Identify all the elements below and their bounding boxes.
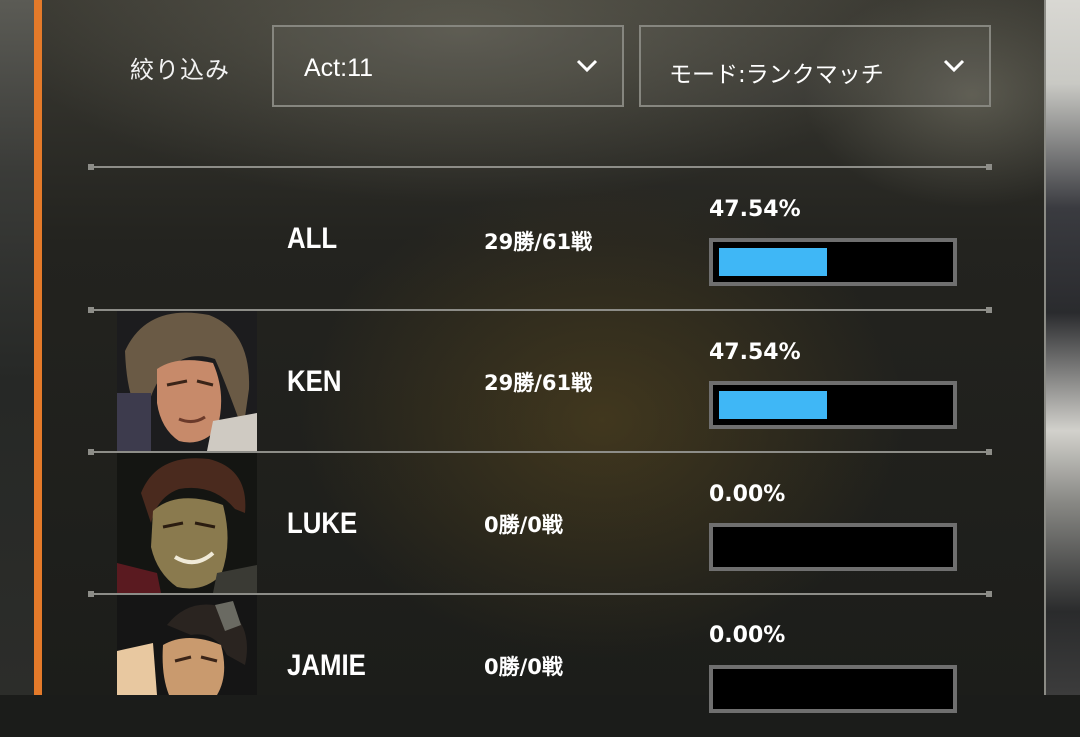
act-select-value: Act:11: [304, 54, 374, 82]
character-name: LUKE: [287, 507, 358, 540]
win-rate-bar: [709, 381, 957, 429]
chevron-down-icon: [576, 59, 598, 73]
win-rate-bar-fill: [719, 248, 828, 276]
win-rate: 0.00%: [709, 623, 786, 648]
character-name: ALL: [287, 222, 338, 255]
act-select[interactable]: Act:11: [272, 25, 624, 107]
win-rate-bar: [709, 238, 957, 286]
win-rate-bar: [709, 665, 957, 713]
chevron-down-icon: [943, 59, 965, 73]
win-rate-bar: [709, 523, 957, 571]
mode-select[interactable]: モード:ランクマッチ: [639, 25, 991, 107]
win-rate: 47.54%: [709, 340, 801, 365]
character-row-all: ALL 29勝/61戦 47.54%: [0, 168, 1080, 310]
ken-portrait: [117, 311, 257, 451]
win-rate: 47.54%: [709, 197, 801, 222]
jamie-portrait: [117, 595, 257, 695]
character-name: KEN: [287, 365, 342, 398]
character-name: JAMIE: [287, 649, 366, 682]
win-record: 29勝/61戦: [484, 230, 593, 254]
win-record: 0勝/0戦: [484, 513, 563, 537]
win-record: 29勝/61戦: [484, 371, 593, 395]
character-row-luke: LUKE 0勝/0戦 0.00%: [0, 453, 1080, 595]
win-rate-bar-fill: [719, 391, 828, 419]
mode-select-value: モード:ランクマッチ: [669, 62, 884, 88]
character-row-ken: KEN 29勝/61戦 47.54%: [0, 311, 1080, 453]
win-record: 0勝/0戦: [484, 655, 563, 679]
win-rate: 0.00%: [709, 482, 786, 507]
filter-label: 絞り込み: [130, 56, 230, 84]
character-row-jamie: JAMIE 0勝/0戦 0.00%: [0, 595, 1080, 737]
luke-portrait: [117, 453, 257, 593]
